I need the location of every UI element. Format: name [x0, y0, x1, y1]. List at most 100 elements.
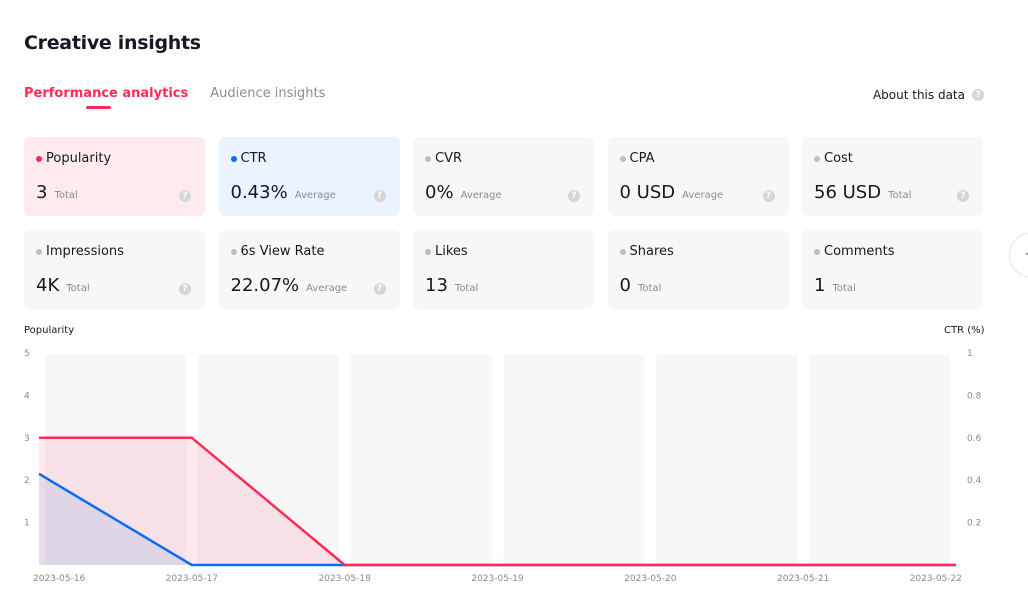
series-dot-icon: [36, 155, 42, 162]
metric-number: 56 USD: [814, 182, 882, 203]
question-circle-icon[interactable]: ?: [568, 190, 580, 202]
x-tick-label: 2023-05-19: [471, 574, 524, 584]
metric-number: 22.07%: [230, 275, 300, 296]
metric-label: CTR: [230, 151, 388, 166]
metric-name: Impressions: [46, 244, 124, 259]
metric-value: 4K Total: [36, 275, 90, 296]
metric-card-impressions[interactable]: Impressions 4K Total?: [24, 230, 205, 309]
metric-value: 0 USD Average: [620, 182, 724, 203]
about-this-data-label: About this data: [872, 88, 965, 102]
metric-unit: Average: [294, 190, 336, 201]
question-circle-icon[interactable]: ?: [179, 283, 191, 295]
right-tick-label: 0.4: [967, 476, 982, 486]
metric-number: 0 USD: [619, 182, 676, 203]
chart-band: [503, 355, 645, 565]
metric-card-cpa[interactable]: CPA 0 USD Average?: [607, 137, 789, 216]
left-tick-label: 5: [24, 349, 30, 359]
question-circle-icon[interactable]: ?: [373, 283, 386, 295]
metric-label: Comments: [814, 244, 971, 259]
x-tick-label: 2023-05-21: [777, 574, 829, 584]
metric-card-6s-view-rate[interactable]: 6s View Rate 22.07% Average?: [218, 230, 400, 309]
next-page-button[interactable]: →: [1009, 232, 1028, 278]
metric-unit: Total: [888, 190, 912, 201]
question-circle-icon[interactable]: ?: [762, 190, 775, 202]
right-tick-label: 0.2: [967, 519, 981, 529]
metric-label: CPA: [619, 151, 777, 166]
right-axis-title: CTR (%): [944, 325, 985, 336]
metric-unit: Total: [454, 283, 479, 294]
metric-card-likes[interactable]: Likes 13 Total: [413, 230, 594, 309]
metric-name: Popularity: [46, 151, 112, 166]
metric-name: CTR: [240, 151, 267, 166]
x-tick-label: 2023-05-20: [624, 574, 677, 584]
series-dot-icon: [814, 248, 820, 255]
metric-value: 0 Total: [620, 275, 662, 296]
metric-card-cost[interactable]: Cost 56 USD Total?: [802, 137, 983, 216]
metric-value: 22.07% Average: [231, 275, 348, 296]
metric-name: 6s View Rate: [240, 244, 325, 259]
series-dot-icon: [230, 155, 237, 162]
metric-name: Cost: [824, 151, 853, 166]
right-tick-label: 1: [967, 349, 973, 359]
metric-number: 1: [814, 275, 826, 296]
metric-name: Shares: [629, 244, 674, 259]
metric-value: 13 Total: [425, 275, 478, 296]
metric-value: 1 Total: [814, 275, 856, 296]
series-dot-icon: [425, 248, 431, 255]
metric-label: Shares: [619, 244, 777, 259]
metric-unit: Average: [306, 283, 348, 294]
right-tick-label: 0.6: [967, 434, 982, 444]
metric-value: 3 Total: [36, 182, 78, 203]
metric-number: 0: [619, 275, 631, 296]
metric-unit: Total: [832, 283, 856, 294]
chart-canvas: 1 2 3 4 5 0.2 0.4 0.6 0.8 1 2023-05-16 2023-05-17 20…: [24, 349, 982, 584]
metric-card-shares[interactable]: Shares 0 Total: [607, 230, 789, 309]
question-circle-icon[interactable]: ?: [957, 190, 969, 202]
page-title: Creative insights: [24, 32, 201, 54]
question-circle-icon[interactable]: ?: [179, 190, 191, 202]
x-tick-label: 2023-05-17: [166, 574, 218, 584]
metric-value: 0% Average: [425, 182, 502, 203]
metric-number: 0.43%: [230, 182, 288, 203]
metric-unit: Average: [682, 190, 724, 201]
question-circle-icon[interactable]: ?: [972, 89, 984, 101]
metric-unit: Total: [637, 283, 662, 294]
left-axis-title: Popularity: [24, 325, 75, 336]
left-tick-label: 1: [24, 519, 30, 529]
metric-number: 0%: [425, 182, 454, 203]
x-tick-label: 2023-05-18: [319, 574, 372, 584]
x-tick-label: 2023-05-16: [33, 574, 86, 584]
metric-name: Likes: [435, 244, 468, 259]
metric-number: 13: [425, 275, 448, 296]
metric-name: CPA: [629, 151, 655, 166]
metric-label: Popularity: [36, 151, 193, 166]
metric-card-ctr[interactable]: CTR 0.43% Average?: [218, 137, 400, 216]
metric-card-popularity[interactable]: Popularity 3 Total?: [24, 137, 205, 216]
series-dot-icon: [230, 248, 237, 255]
metric-card-comments[interactable]: Comments 1 Total: [802, 230, 983, 309]
trend-chart: Popularity CTR (%) 1 2 3 4 5 0.2 0.4 0.6 0.8 1 202…: [0, 318, 1028, 605]
tab-bar: Performance analytics Audience insights: [24, 86, 325, 109]
series-dot-icon: [425, 155, 431, 162]
chart-band: [809, 355, 950, 565]
about-this-data-link[interactable]: About this data ?: [873, 88, 984, 102]
series-dot-icon: [619, 248, 626, 255]
metric-label: CVR: [425, 151, 582, 166]
tab-audience-insights[interactable]: Audience insights: [210, 86, 325, 101]
left-tick-label: 3: [24, 434, 30, 444]
metric-unit: Total: [54, 190, 78, 201]
metric-value: 56 USD Total: [814, 182, 911, 203]
series-dot-icon: [36, 248, 42, 255]
metric-label: 6s View Rate: [230, 244, 388, 259]
metric-unit: Total: [66, 283, 90, 294]
metric-card-cvr[interactable]: CVR 0% Average?: [413, 137, 594, 216]
chart-band: [350, 355, 492, 565]
left-tick-label: 2: [24, 476, 30, 486]
x-tick-label: 2023-05-22: [910, 574, 962, 584]
metric-cards: Popularity 3 Total? CTR 0.43% Average? CVR 0% Av…: [24, 137, 983, 309]
metric-label: Impressions: [36, 244, 193, 259]
question-circle-icon[interactable]: ?: [373, 190, 386, 202]
right-tick-label: 0.8: [967, 391, 982, 401]
tab-performance-analytics[interactable]: Performance analytics: [24, 86, 188, 109]
metric-unit: Average: [460, 190, 502, 201]
